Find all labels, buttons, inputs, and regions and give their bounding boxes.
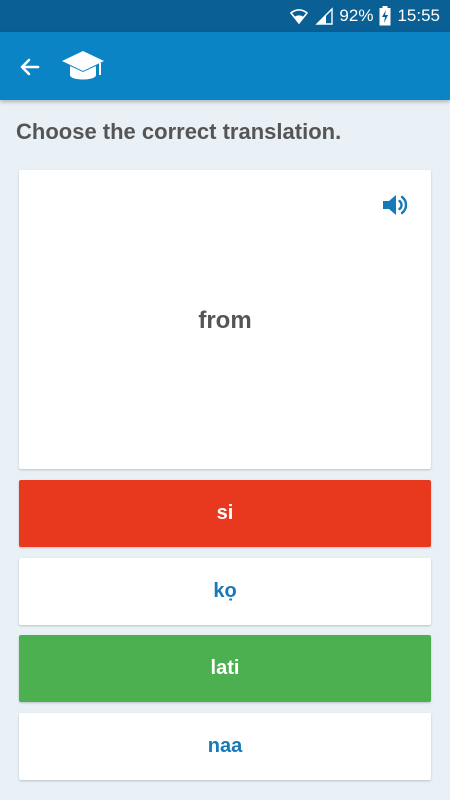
app-bar <box>0 32 450 100</box>
clock: 15:55 <box>397 6 440 25</box>
word-card: from <box>19 170 431 469</box>
answer-option-3[interactable]: lati <box>19 635 431 702</box>
wifi-icon <box>289 7 309 25</box>
graduation-cap-icon <box>60 48 106 84</box>
status-bar: 92% 15:55 <box>0 0 450 32</box>
quiz-word: from <box>198 307 252 334</box>
battery-charging-icon <box>379 6 391 26</box>
back-button[interactable] <box>14 51 46 83</box>
answer-option-1[interactable]: si <box>19 480 431 547</box>
answer-option-4[interactable]: naa <box>19 713 431 780</box>
status-icons: 92% 15:55 <box>289 0 440 32</box>
signal-icon <box>315 7 334 25</box>
answer-option-2[interactable]: kọ <box>19 558 431 625</box>
battery-percentage: 92% <box>339 6 374 25</box>
speaker-icon[interactable] <box>381 192 409 218</box>
quiz-prompt: Choose the correct translation. <box>16 119 342 144</box>
arrow-left-icon <box>20 58 40 76</box>
